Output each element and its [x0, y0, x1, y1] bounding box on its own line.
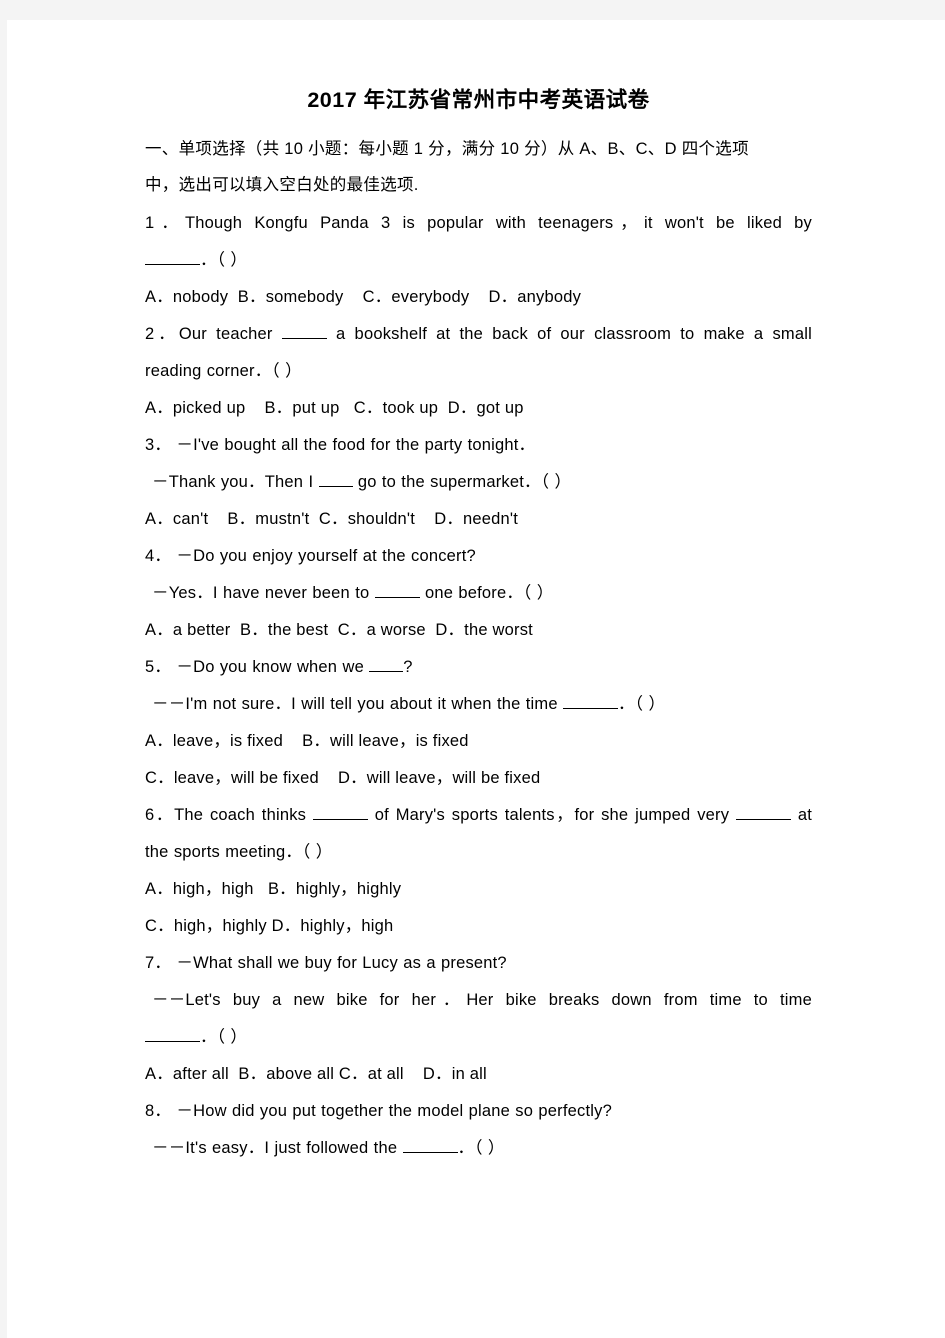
question-6-options-line-1: A．high，high B．highly，highly [145, 880, 402, 899]
document-page: 2017 年江苏省常州市中考英语试卷 一、单项选择（共 10 小题：每小题 1 … [7, 20, 945, 1338]
question-6-options-line-2: C．high，highly D．highly，high [145, 917, 394, 936]
question-8-stem-post: ．（ ） [457, 1139, 505, 1158]
question-8-stem-text: －How did you put together the model plan… [176, 1102, 612, 1121]
answer-blank [369, 671, 404, 673]
question-1-number: 1． [145, 214, 185, 233]
question-7-stem-line-3: ．（ ） [145, 1019, 812, 1056]
question-3-stem-line-2: －Thank you．Then I go to the supermarket．… [145, 464, 812, 501]
question-7-stem-suffix: ．（ ） [200, 1028, 248, 1047]
question-2-stem-line-2: reading corner．（ ） [145, 362, 302, 381]
question-2-number: 2． [145, 325, 179, 344]
answer-blank [318, 486, 353, 488]
question-6-stem-mid: of Mary's sports talents，for she jumped … [374, 806, 730, 825]
answer-blank [145, 264, 200, 266]
question-4-stem-text: －Do you enjoy yourself at the concert? [176, 547, 476, 566]
section-heading-line-2: 中，选出可以填入空白处的最佳选项. [145, 176, 419, 195]
answer-blank [374, 597, 420, 599]
question-4-stem-post: one before．（ ） [424, 584, 554, 603]
question-1-stem-suffix: ．（ ） [200, 251, 248, 270]
question-2: 2．Our teacher a bookshelf at the back of… [145, 316, 812, 427]
section-heading: 一、单项选择（共 10 小题：每小题 1 分，满分 10 分）从 A、B、C、D… [145, 131, 812, 203]
question-3-stem-post: go to the supermarket．（ ） [357, 473, 572, 492]
question-7-stem-text: －What shall we buy for Lucy as a present… [176, 954, 507, 973]
question-1-stem-line-2: ．（ ） [145, 242, 812, 279]
question-5-options-line-1: A．leave，is fixed B．will leave，is fixed [145, 732, 469, 751]
question-8-stem-line-1: 8． －How did you put together the model p… [145, 1093, 812, 1130]
question-6: 6．The coach thinks of Mary's sports tale… [145, 797, 812, 945]
question-4-number: 4． [145, 547, 172, 566]
answer-blank [563, 708, 619, 710]
question-1-options: A．nobody B．somebody C．everybody D．anybod… [145, 288, 582, 307]
question-3: 3． －I've bought all the food for the par… [145, 427, 812, 538]
question-3-options: A．can't B．mustn't C．shouldn't D．needn't [145, 510, 519, 529]
question-7: 7． －What shall we buy for Lucy as a pres… [145, 945, 812, 1093]
question-5-stem-post: ? [403, 658, 413, 677]
question-7-options: A．after all B．above all C．at all D．in al… [145, 1065, 487, 1084]
answer-blank [145, 1041, 200, 1043]
question-5-options-line-2: C．leave，will be fixed D．will leave，will … [145, 769, 541, 788]
answer-blank [312, 819, 368, 821]
page-title: 2017 年江苏省常州市中考英语试卷 [307, 88, 650, 112]
question-5-stem2-post: ．（ ） [618, 695, 666, 714]
question-7-stem-line-2: －－Let's buy a new bike for her．Her bike … [152, 991, 812, 1010]
question-1: 1．Though Kongfu Panda 3 is popular with … [145, 205, 812, 316]
question-4-stem-line-2: －Yes．I have never been to one before．（ ） [145, 575, 812, 612]
answer-blank [281, 338, 327, 340]
question-3-stem-line-1: 3． －I've bought all the food for the par… [145, 427, 812, 464]
question-5-stem-line-2: －－I'm not sure．I will tell you about it … [145, 686, 812, 723]
question-2-stem-line-1: 2．Our teacher a bookshelf at the back of… [145, 316, 812, 353]
question-1-stem-text: Though Kongfu Panda 3 is popular with te… [184, 214, 813, 233]
question-3-stem-pre: －Thank you．Then I [152, 473, 314, 492]
question-4-options: A．a better B．the best C．a worse D．the wo… [145, 621, 533, 640]
question-5-number: 5． [145, 658, 172, 677]
document-content: 2017 年江苏省常州市中考英语试卷 一、单项选择（共 10 小题：每小题 1 … [145, 85, 812, 1167]
question-2-stem-pre: Our teacher [178, 325, 273, 344]
question-8: 8． －How did you put together the model p… [145, 1093, 812, 1167]
question-8-stem-line-2: －－It's easy．I just followed the ．（ ） [145, 1130, 812, 1167]
question-8-stem-pre: －－It's easy．I just followed the [152, 1139, 398, 1158]
answer-blank [402, 1152, 458, 1154]
question-7-number: 7． [145, 954, 172, 973]
question-6-stem-line-1: 6．The coach thinks of Mary's sports tale… [145, 797, 812, 834]
question-8-number: 8． [145, 1102, 172, 1121]
question-1-stem-line-1: 1．Though Kongfu Panda 3 is popular with … [145, 205, 812, 242]
question-5: 5． －Do you know when we ? －－I'm not sure… [145, 649, 812, 797]
question-4: 4． －Do you enjoy yourself at the concert… [145, 538, 812, 649]
question-6-stem-post: at [797, 806, 813, 825]
section-heading-line-1: 一、单项选择（共 10 小题：每小题 1 分，满分 10 分）从 A、B、C、D… [145, 140, 749, 159]
question-2-stem-post: a bookshelf at the back of our classroom… [336, 325, 812, 344]
question-5-stem-pre: －Do you know when we [176, 658, 364, 677]
question-4-stem-pre: －Yes．I have never been to [152, 584, 370, 603]
question-7-stem-line-1: 7． －What shall we buy for Lucy as a pres… [145, 945, 812, 982]
question-3-stem-text: －I've bought all the food for the party … [176, 436, 536, 455]
question-3-number: 3． [145, 436, 172, 455]
question-6-stem-line-2: the sports meeting．（ ） [145, 843, 333, 862]
question-5-stem-line-1: 5． －Do you know when we ? [145, 649, 812, 686]
question-6-number: 6． [145, 806, 175, 825]
question-5-stem2-pre: －－I'm not sure．I will tell you about it … [152, 695, 558, 714]
question-2-options: A．picked up B．put up C．took up D．got up [145, 399, 524, 418]
answer-blank [736, 819, 792, 821]
question-6-stem-pre: The coach thinks [174, 806, 307, 825]
question-4-stem-line-1: 4． －Do you enjoy yourself at the concert… [145, 538, 812, 575]
